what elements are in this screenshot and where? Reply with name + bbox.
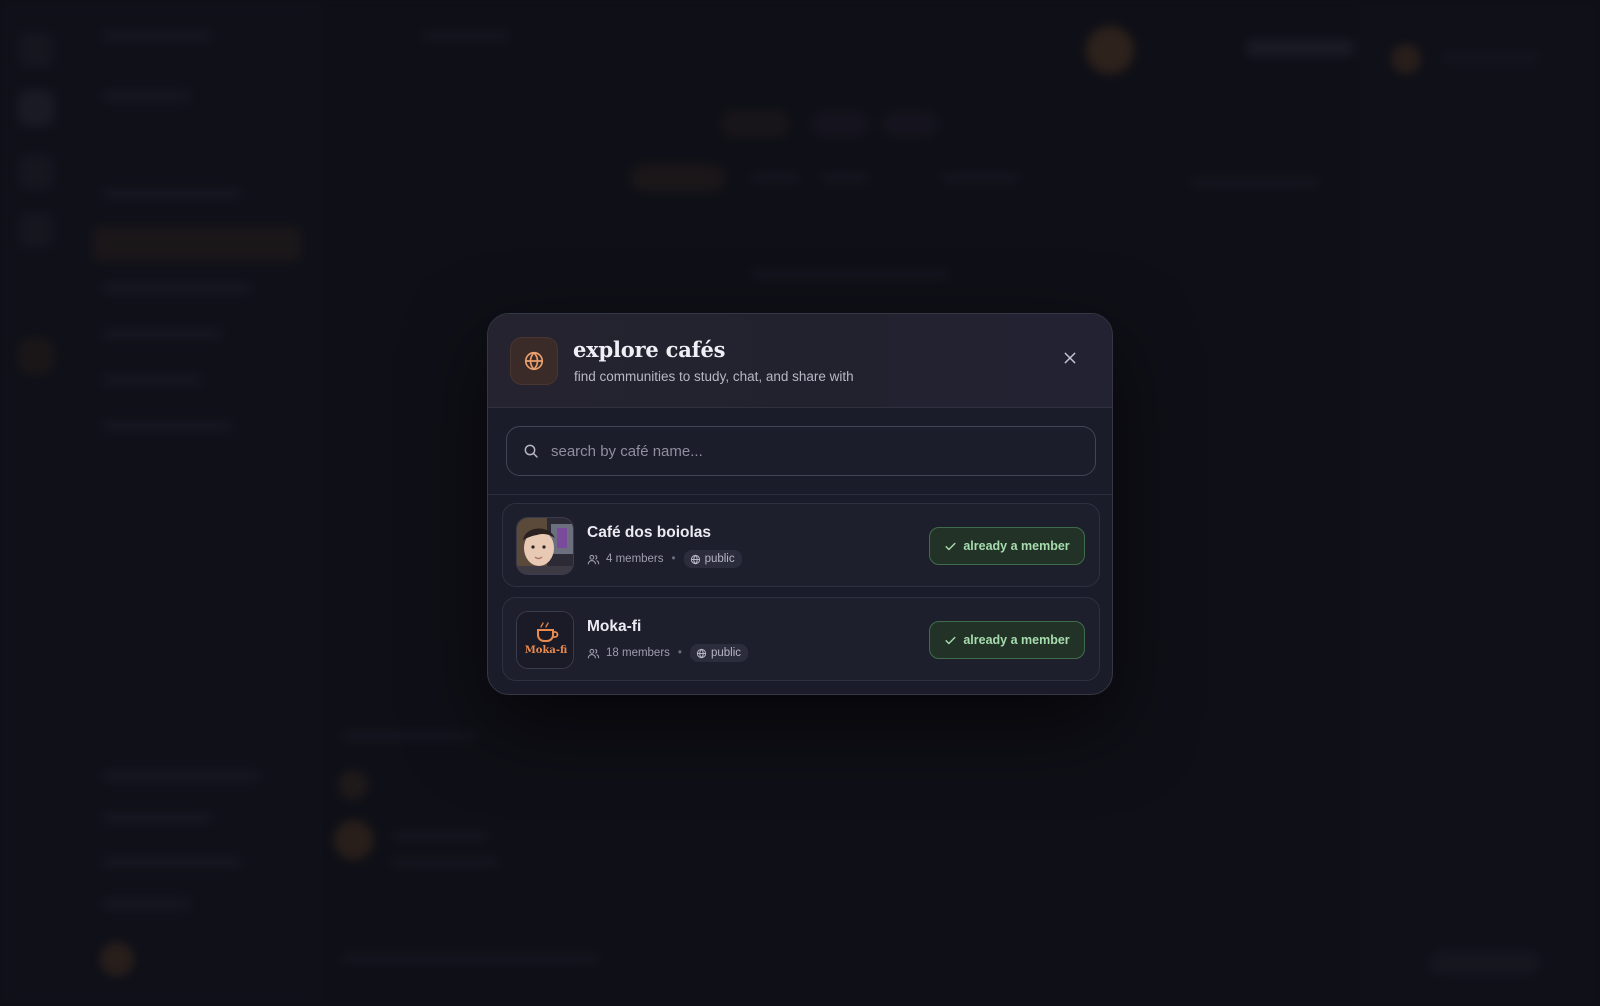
cafe-meta: 18 members • public <box>587 643 749 663</box>
cafe-list-item[interactable]: Café dos boiolas 4 members • public alre… <box>502 503 1100 587</box>
cafe-meta: 4 members • public <box>587 549 742 569</box>
member-status-label: already a member <box>963 633 1070 647</box>
modal-header: explore cafés find communities to study,… <box>488 314 1112 408</box>
member-count: 4 members <box>606 553 664 565</box>
meta-separator: • <box>677 647 682 659</box>
moka-fi-logo-text: Moka-fi <box>525 645 568 656</box>
cafe-avatar <box>516 517 574 575</box>
modal-subtitle: find communities to study, chat, and sha… <box>574 369 854 384</box>
search-icon <box>523 442 541 460</box>
explore-cafes-modal: explore cafés find communities to study,… <box>487 313 1113 695</box>
search-box[interactable] <box>506 426 1096 476</box>
visibility-label: public <box>710 647 742 659</box>
members-icon <box>587 554 600 564</box>
cafe-name: Moka-fi <box>587 618 642 635</box>
member-status-label: already a member <box>963 539 1070 553</box>
check-icon <box>945 542 956 550</box>
visibility-badge: public <box>689 644 749 662</box>
meta-separator: • <box>671 553 676 565</box>
search-input[interactable] <box>551 431 1079 471</box>
modal-title: explore cafés <box>573 337 726 362</box>
visibility-badge: public <box>683 550 742 568</box>
cafe-avatar: Moka-fi <box>516 611 574 669</box>
globe-icon <box>690 554 700 564</box>
globe-icon <box>510 337 558 385</box>
check-icon <box>945 636 956 644</box>
globe-icon <box>696 648 707 658</box>
cafe-list-item[interactable]: Moka-fi Moka-fi 18 members • public alre… <box>502 597 1100 681</box>
already-member-button[interactable]: already a member <box>929 527 1085 565</box>
visibility-label: public <box>704 553 735 565</box>
cafe-name: Café dos boiolas <box>587 524 712 541</box>
close-icon <box>1064 352 1076 364</box>
close-button[interactable] <box>1058 346 1082 370</box>
members-icon <box>587 648 600 658</box>
member-count: 18 members <box>606 647 670 659</box>
divider <box>488 494 1112 495</box>
already-member-button[interactable]: already a member <box>929 621 1085 659</box>
